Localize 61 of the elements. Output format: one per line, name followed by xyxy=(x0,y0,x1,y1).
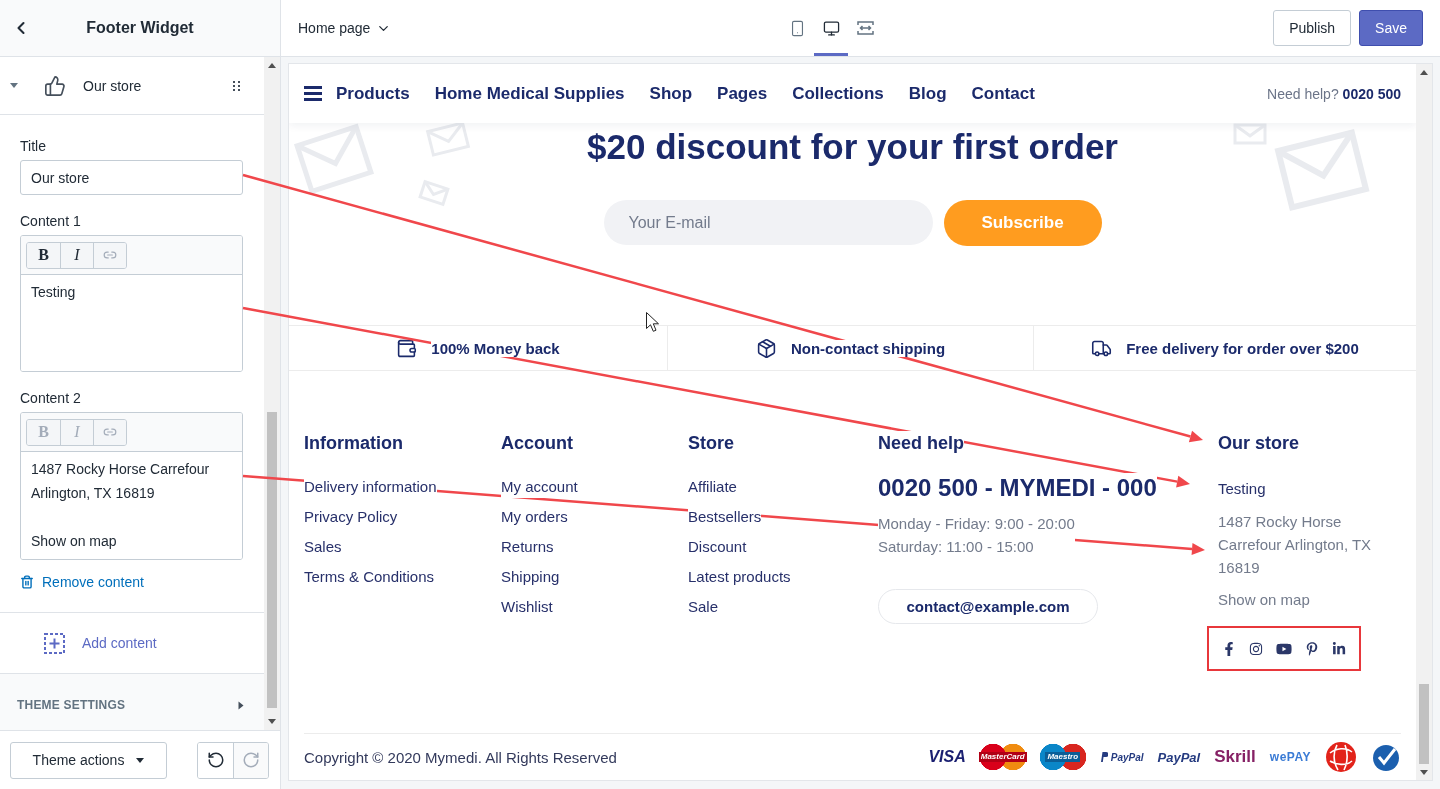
pinterest-icon[interactable] xyxy=(1305,641,1319,656)
visa-logo: VISA xyxy=(928,748,966,766)
feature-label: 100% Money back xyxy=(431,339,560,357)
page-select[interactable]: Home page xyxy=(298,20,392,36)
dashed-plus-icon xyxy=(44,632,65,654)
panel-title: Footer Widget xyxy=(85,19,195,37)
wepay-logo: wePAY xyxy=(1269,750,1311,764)
undo-icon xyxy=(206,751,225,769)
facebook-icon[interactable] xyxy=(1222,641,1236,656)
paypal-logo: PayPal xyxy=(1099,751,1144,763)
scrollbar[interactable] xyxy=(264,57,280,730)
bold-button[interactable]: B xyxy=(27,242,60,268)
theme-actions-button[interactable]: Theme actions xyxy=(10,741,167,779)
expand-horizontal-icon xyxy=(856,21,874,35)
map-link[interactable]: Show on map xyxy=(1218,589,1310,611)
footer-link[interactable]: Delivery information xyxy=(304,476,437,498)
wallet-icon xyxy=(396,337,418,359)
menu-icon[interactable] xyxy=(304,86,322,101)
add-content-link[interactable]: Add content xyxy=(44,632,157,654)
nav-link[interactable]: Contact xyxy=(971,83,1035,104)
field-label: Content 1 xyxy=(20,212,82,230)
scrollbar[interactable] xyxy=(1416,64,1432,780)
nav-link[interactable]: Blog xyxy=(908,83,947,104)
caret-icon xyxy=(136,757,145,763)
block-label[interactable]: Our store xyxy=(83,77,233,94)
maestro-logo: Maestro xyxy=(1039,744,1086,770)
thumbs-up-icon xyxy=(44,74,66,97)
publish-button[interactable]: Publish xyxy=(1273,10,1352,46)
email-field[interactable]: Your E-mail xyxy=(603,200,933,245)
globe-icon xyxy=(1325,741,1357,773)
trash-icon xyxy=(20,575,34,589)
help-text: Need help? 0020 500 xyxy=(1267,85,1401,102)
instagram-icon[interactable] xyxy=(1249,641,1263,656)
field-label: Content 2 xyxy=(20,389,82,407)
mastercard-logo: MasterCard xyxy=(979,744,1026,770)
mouse-cursor-icon xyxy=(646,312,659,332)
italic-button[interactable]: I xyxy=(60,242,93,268)
check-badge-icon xyxy=(1371,742,1401,772)
linkedin-icon[interactable] xyxy=(1332,641,1346,656)
remove-content-link[interactable]: Remove content xyxy=(20,573,144,591)
paypal-logo: PayPal xyxy=(1157,749,1201,765)
field-label: Title xyxy=(20,137,47,155)
link-icon xyxy=(103,425,117,439)
nav-link[interactable]: Home Medical Supplies xyxy=(434,83,625,104)
promo-heading: $20 discount for your first order xyxy=(587,126,1118,168)
nav-link[interactable]: Collections xyxy=(792,83,884,104)
footer-heading: Need help xyxy=(878,431,965,455)
caret-icon[interactable] xyxy=(10,83,18,88)
nav-link[interactable]: Products xyxy=(336,83,410,104)
copyright-text: Copyright © 2020 Mymedi. All Rights Reserved xyxy=(304,748,617,766)
drag-handle-icon[interactable] xyxy=(233,80,240,91)
nav-link[interactable]: Shop xyxy=(649,83,693,104)
text-field[interactable]: Our store xyxy=(20,160,243,195)
nav-link[interactable]: Pages xyxy=(717,83,768,104)
monitor-icon xyxy=(822,19,840,37)
redo-icon xyxy=(242,751,260,769)
link-icon xyxy=(103,248,117,262)
skrill-logo: Skrill xyxy=(1214,747,1256,767)
feature-label: Non-contact shipping xyxy=(790,339,946,357)
save-button[interactable]: Save xyxy=(1359,10,1423,46)
box-icon xyxy=(755,337,777,359)
